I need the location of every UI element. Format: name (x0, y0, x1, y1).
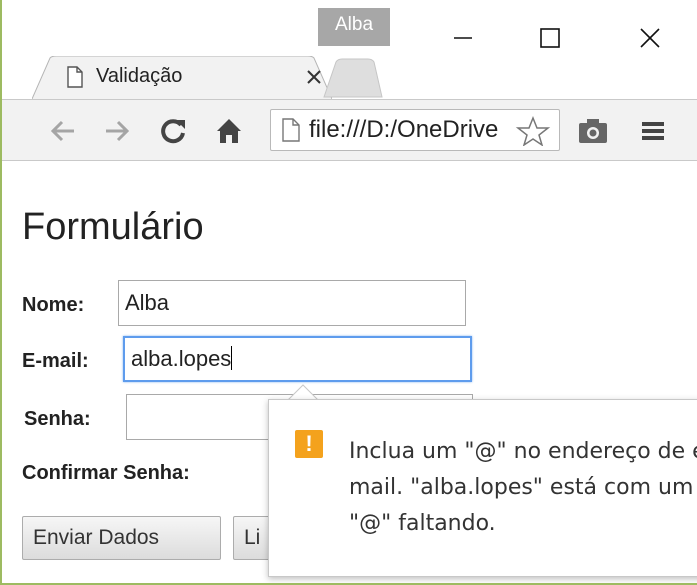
validation-message: Inclua um "@" no endereço de e- mail. "a… (349, 439, 697, 536)
menu-icon[interactable] (638, 116, 668, 146)
validation-bubble: ! Inclua um "@" no endereço de e- mail. … (268, 399, 697, 577)
tab-validacao[interactable]: Validação (32, 56, 332, 99)
file-icon (282, 118, 300, 142)
reload-icon[interactable] (158, 116, 188, 146)
page-icon (67, 66, 83, 88)
email-value: alba.lopes (131, 346, 232, 371)
back-arrow-icon[interactable] (48, 116, 78, 146)
tab-strip: Validação (2, 52, 697, 99)
camera-icon[interactable] (576, 114, 610, 148)
url-text: file:///D:/OneDrive (309, 116, 499, 143)
password-label: Senha: (24, 408, 91, 430)
profile-badge[interactable]: Alba (318, 8, 390, 46)
address-bar[interactable]: file:///D:/OneDrive (270, 109, 560, 151)
tab-title: Validação (96, 65, 183, 87)
submit-button[interactable]: Enviar Dados (22, 516, 221, 560)
new-tab-button[interactable] (322, 58, 384, 99)
email-label: E-mail: (22, 350, 89, 372)
confirm-password-label: Confirmar Senha: (22, 462, 190, 484)
title-bar: Alba Validação (2, 0, 697, 99)
name-field[interactable] (118, 280, 466, 326)
forward-arrow-icon[interactable] (102, 116, 132, 146)
browser-toolbar: file:///D:/OneDrive (2, 99, 697, 161)
home-icon[interactable] (214, 116, 244, 146)
browser-window: Alba Validação file:///D:/OneDrive Formu… (0, 0, 697, 585)
email-field[interactable]: alba.lopes (123, 336, 472, 382)
warning-icon: ! (295, 430, 323, 458)
bookmark-star-icon[interactable] (515, 116, 551, 146)
form-heading: Formulário (22, 206, 204, 248)
text-caret (231, 346, 233, 370)
name-label: Nome: (22, 294, 85, 316)
